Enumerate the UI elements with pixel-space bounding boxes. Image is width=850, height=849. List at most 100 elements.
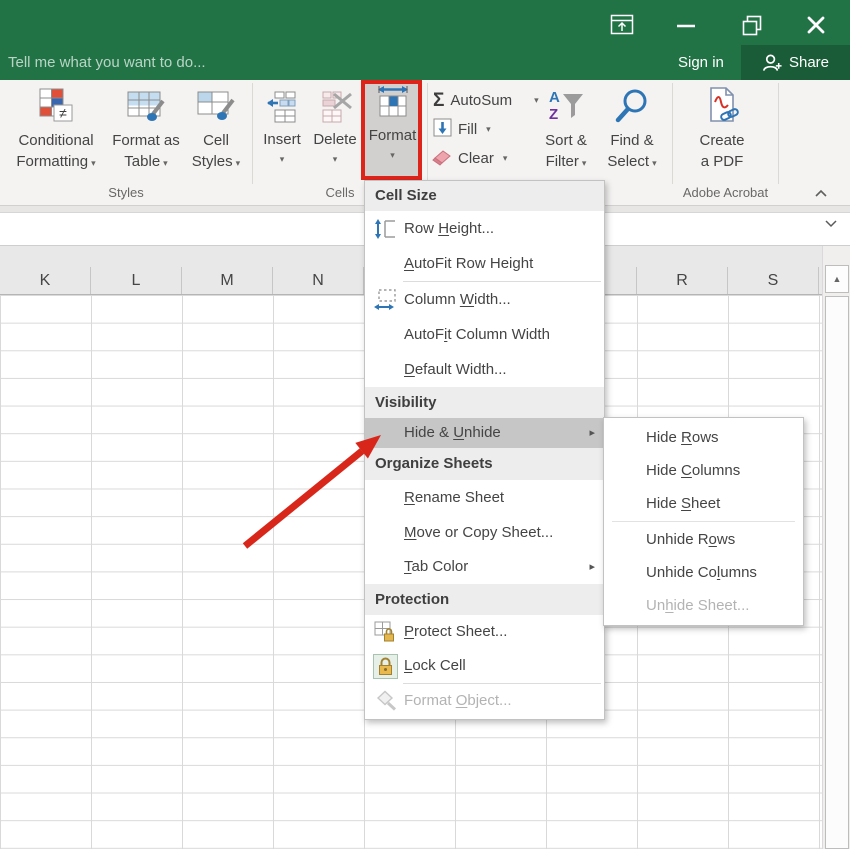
restore-button[interactable] [738, 11, 766, 39]
hide-unhide-submenu: Hide Rows Hide Columns Hide Sheet Unhide… [603, 417, 804, 626]
menu-item-format-object: Format Object... [365, 684, 604, 717]
fill-label: Fill [458, 121, 478, 138]
menu-header-organize-sheets: Organize Sheets [365, 448, 604, 480]
sort-filter-label: Sort & [545, 132, 587, 149]
sign-in-button[interactable]: Sign in [678, 45, 724, 80]
format-as-table-label: Format as [112, 132, 180, 149]
column-header-k[interactable]: K [0, 267, 91, 294]
share-button[interactable]: Share [741, 45, 850, 80]
cell-styles-label: Cell [203, 132, 229, 149]
svg-text:≠: ≠ [59, 105, 67, 121]
column-header-s[interactable]: S [728, 267, 819, 294]
delete-button[interactable]: Delete ▾ [308, 86, 362, 166]
dropdown-caret-icon: ▾ [486, 124, 491, 134]
scroll-up-triangle-icon: ▲ [832, 274, 842, 284]
group-separator [252, 83, 253, 184]
submenu-item-hide-columns[interactable]: Hide Columns [604, 454, 803, 487]
ribbon-display-options-button[interactable] [608, 11, 636, 39]
menu-item-move-copy-sheet[interactable]: Move or Copy Sheet... [365, 515, 604, 550]
menu-item-row-height[interactable]: Row Height... [365, 211, 604, 246]
scrollbar-thumb[interactable] [825, 296, 849, 849]
dropdown-caret-icon: ▾ [279, 154, 285, 164]
menu-item-column-width[interactable]: Column Width... [365, 282, 604, 317]
menu-item-autofit-column-width[interactable]: AutoFit Column Width [365, 317, 604, 352]
submenu-item-unhide-rows[interactable]: Unhide Rows [604, 523, 803, 556]
create-pdf-button[interactable]: Create a PDF [684, 84, 760, 172]
tell-me-bar: Tell me what you want to do... Sign in S… [0, 45, 850, 80]
menu-header-visibility: Visibility [365, 387, 604, 418]
submenu-item-unhide-sheet: Unhide Sheet... [646, 597, 750, 614]
adobe-pdf-icon [701, 84, 743, 130]
expand-formula-bar-chevron-icon[interactable] [824, 219, 838, 228]
menu-item-default-width[interactable]: Default Width... [365, 352, 604, 387]
dropdown-caret-icon: ▾ [235, 158, 241, 168]
share-person-icon [763, 54, 782, 71]
menu-item-tab-color[interactable]: Tab Color ▸ [365, 550, 604, 584]
lock-cell-icon [371, 653, 399, 679]
share-label: Share [788, 54, 830, 71]
conditional-formatting-button[interactable]: ≠ Conditional Formatting ▾ [4, 84, 108, 174]
tell-me-box[interactable]: Tell me what you want to do... [8, 45, 206, 80]
menu-item-lock-cell[interactable]: Lock Cell [365, 649, 604, 683]
dropdown-caret-icon: ▾ [332, 154, 338, 164]
menu-header-cell-size: Cell Size [365, 181, 604, 211]
sigma-icon: Σ [433, 89, 445, 111]
svg-text:A: A [549, 89, 560, 106]
dropdown-caret-icon: ▾ [163, 158, 168, 168]
sort-filter-button[interactable]: A Z Sort & Filter ▾ [536, 84, 596, 174]
group-separator [778, 83, 779, 184]
collapse-ribbon-chevron-icon[interactable] [812, 187, 830, 199]
format-button-highlight-annotation [361, 80, 422, 180]
format-as-table-icon [126, 84, 166, 130]
format-object-icon [371, 688, 399, 714]
column-header-n[interactable]: N [273, 267, 364, 294]
group-separator [427, 83, 428, 184]
column-header-l[interactable]: L [91, 267, 182, 294]
fill-button[interactable]: Fill ▾ [433, 116, 491, 143]
menu-item-protect-sheet[interactable]: Protect Sheet... [365, 615, 604, 649]
delete-label: Delete [313, 131, 357, 148]
insert-button[interactable]: Insert ▾ [257, 86, 307, 166]
protect-sheet-icon [371, 619, 399, 645]
submenu-separator [612, 521, 795, 522]
menu-item-hide-unhide[interactable]: Hide & Unhide ▸ [365, 418, 604, 448]
format-as-table-button[interactable]: Format as Table ▾ [104, 84, 188, 174]
column-header-m[interactable]: M [182, 267, 273, 294]
insert-cells-icon [266, 86, 298, 128]
title-bar [0, 0, 850, 45]
menu-header-protection: Protection [365, 584, 604, 615]
eraser-icon [431, 147, 452, 171]
close-button[interactable] [802, 11, 830, 39]
dropdown-caret-icon: ▾ [502, 153, 508, 163]
clear-button[interactable]: Clear ▾ [431, 145, 507, 172]
menu-item-rename-sheet[interactable]: Rename Sheet [365, 480, 604, 515]
autosum-button[interactable]: Σ AutoSum ▾ [433, 87, 539, 114]
insert-label: Insert [263, 131, 301, 148]
find-select-button[interactable]: Find & Select ▾ [600, 84, 664, 174]
column-header-r[interactable]: R [637, 267, 728, 294]
sort-filter-icon: A Z [546, 84, 586, 130]
conditional-formatting-icon: ≠ [37, 84, 75, 130]
svg-text:Z: Z [549, 106, 558, 123]
submenu-item-unhide-columns[interactable]: Unhide Columns [604, 556, 803, 589]
submenu-arrow-icon: ▸ [589, 427, 595, 439]
submenu-item-hide-rows[interactable]: Hide Rows [604, 421, 803, 454]
group-separator [672, 83, 673, 184]
cell-styles-button[interactable]: Cell Styles ▾ [186, 84, 246, 174]
delete-cells-icon [318, 86, 352, 128]
conditional-formatting-label: Conditional [18, 132, 94, 149]
fill-down-icon [433, 118, 452, 141]
styles-group-label: Styles [108, 185, 144, 200]
vertical-scrollbar[interactable]: ▲ [822, 246, 850, 849]
submenu-item-hide-sheet[interactable]: Hide Sheet [604, 487, 803, 520]
scroll-up-button[interactable]: ▲ [825, 265, 849, 293]
dropdown-caret-icon: ▾ [652, 158, 657, 168]
menu-item-autofit-row-height[interactable]: AutoFit Row Height [365, 246, 604, 281]
format-dropdown-menu: Cell Size Row Height... AutoFit Row Heig… [364, 180, 605, 720]
create-pdf-label: Create [699, 132, 745, 149]
find-select-label: Find & [610, 132, 654, 149]
dropdown-caret-icon: ▾ [91, 158, 96, 168]
dropdown-caret-icon: ▾ [581, 158, 587, 168]
minimize-button[interactable] [672, 11, 700, 39]
submenu-arrow-icon: ▸ [589, 561, 595, 573]
